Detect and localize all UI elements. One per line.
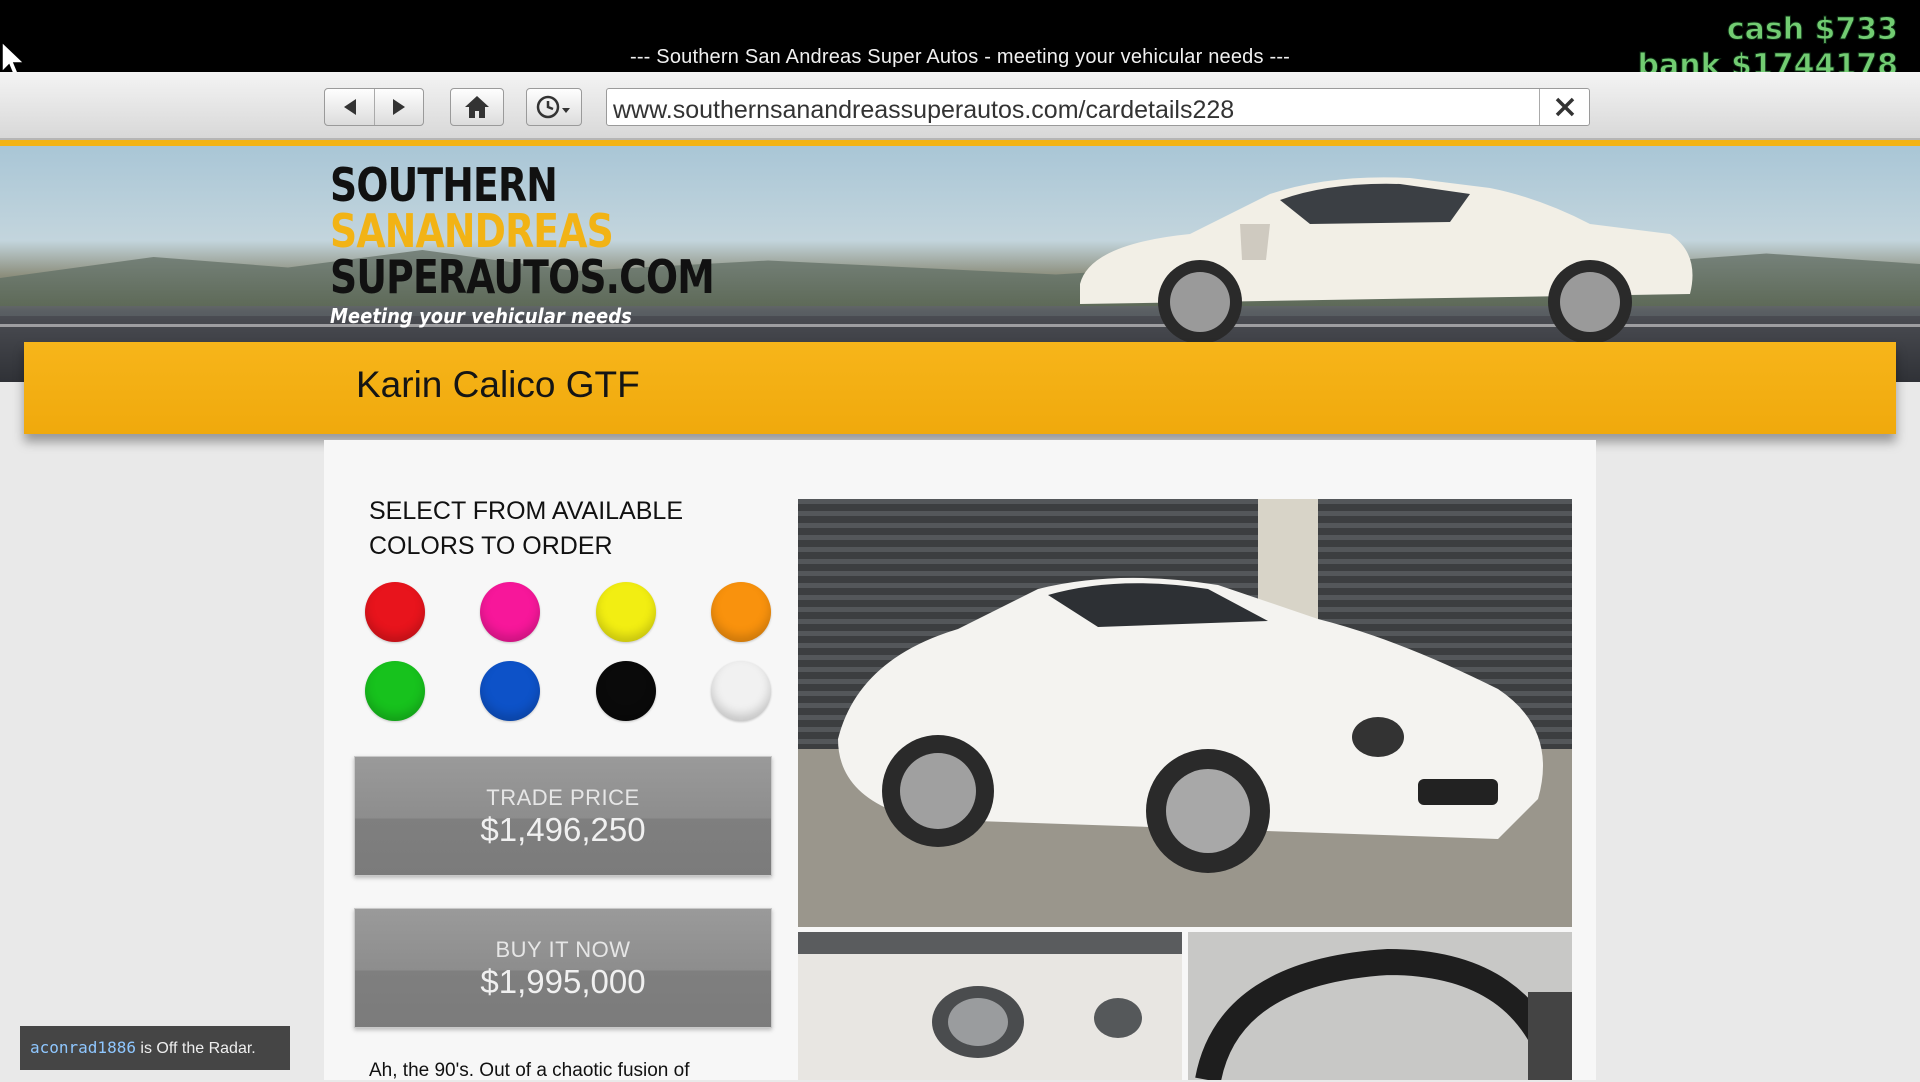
browser-toolbar: www.southernsanandreassuperautos.com/car… xyxy=(0,72,1920,140)
notification-user: aconrad1886 xyxy=(30,1038,136,1057)
forward-button[interactable] xyxy=(374,89,423,125)
color-swatch-red[interactable] xyxy=(365,582,425,642)
forward-icon xyxy=(393,99,405,115)
color-swatch-yellow[interactable] xyxy=(596,582,656,642)
color-swatch-white[interactable] xyxy=(711,661,771,721)
logo-line-2: SANANDREAS xyxy=(330,204,614,258)
colors-heading: SELECT FROM AVAILABLE COLORS TO ORDER xyxy=(369,497,684,560)
color-swatch-green[interactable] xyxy=(365,661,425,721)
banner-car-image xyxy=(1080,177,1693,344)
logo-line-1: SOUTHERN xyxy=(330,158,558,212)
vehicle-thumb-headlight[interactable] xyxy=(798,932,1182,1080)
url-bar[interactable]: www.southernsanandreassuperautos.com/car… xyxy=(606,88,1590,126)
trade-price-label: TRADE PRICE xyxy=(486,785,640,810)
back-button[interactable] xyxy=(325,89,374,125)
vehicle-thumb-interior[interactable] xyxy=(1188,932,1572,1080)
headlight-photo-image xyxy=(798,932,1182,1080)
vehicle-description: Ah, the 90's. Out of a chaotic fusion of xyxy=(369,1060,690,1081)
interior-photo-image xyxy=(1188,932,1572,1080)
close-button[interactable] xyxy=(1539,89,1589,125)
vehicle-title-bar: Karin Calico GTF xyxy=(24,342,1896,434)
close-icon xyxy=(1555,97,1574,117)
back-icon xyxy=(343,99,356,115)
title-bar: --- Southern San Andreas Super Autos - m… xyxy=(0,0,1920,84)
vehicle-name: Karin Calico GTF xyxy=(356,364,640,405)
color-swatch-blue[interactable] xyxy=(480,661,540,721)
url-text[interactable]: www.southernsanandreassuperautos.com/car… xyxy=(613,96,1234,125)
color-swatch-black[interactable] xyxy=(596,661,656,721)
window-title: --- Southern San Andreas Super Autos - m… xyxy=(629,46,1291,68)
color-swatch-orange[interactable] xyxy=(711,582,771,642)
site-logo[interactable]: SOUTHERN SANANDREAS SUPERAUTOS.COM Meeti… xyxy=(330,162,798,328)
nav-buttons xyxy=(324,88,424,126)
buy-now-value: $1,995,000 xyxy=(480,963,646,1000)
home-icon xyxy=(465,96,489,118)
buy-now-button[interactable]: BUY IT NOW $1,995,000 xyxy=(354,908,772,1028)
vehicle-photo-image xyxy=(798,499,1572,927)
logo-line-3: SUPERAUTOS.COM xyxy=(330,250,715,304)
home-button[interactable] xyxy=(450,88,504,126)
buy-now-label: BUY IT NOW xyxy=(495,937,631,962)
logo-tagline: Meeting your vehicular needs xyxy=(330,304,632,328)
trade-price-button[interactable]: TRADE PRICE $1,496,250 xyxy=(354,756,772,876)
history-icon xyxy=(536,95,570,119)
cash-display: cash $733 xyxy=(1726,12,1898,48)
radar-notification: aconrad1886 is Off the Radar. xyxy=(20,1026,290,1070)
notification-message: is Off the Radar. xyxy=(135,1040,256,1057)
history-button[interactable] xyxy=(526,88,582,126)
color-swatch-pink[interactable] xyxy=(480,582,540,642)
trade-price-value: $1,496,250 xyxy=(480,811,646,848)
vehicle-main-photo[interactable] xyxy=(798,499,1572,927)
